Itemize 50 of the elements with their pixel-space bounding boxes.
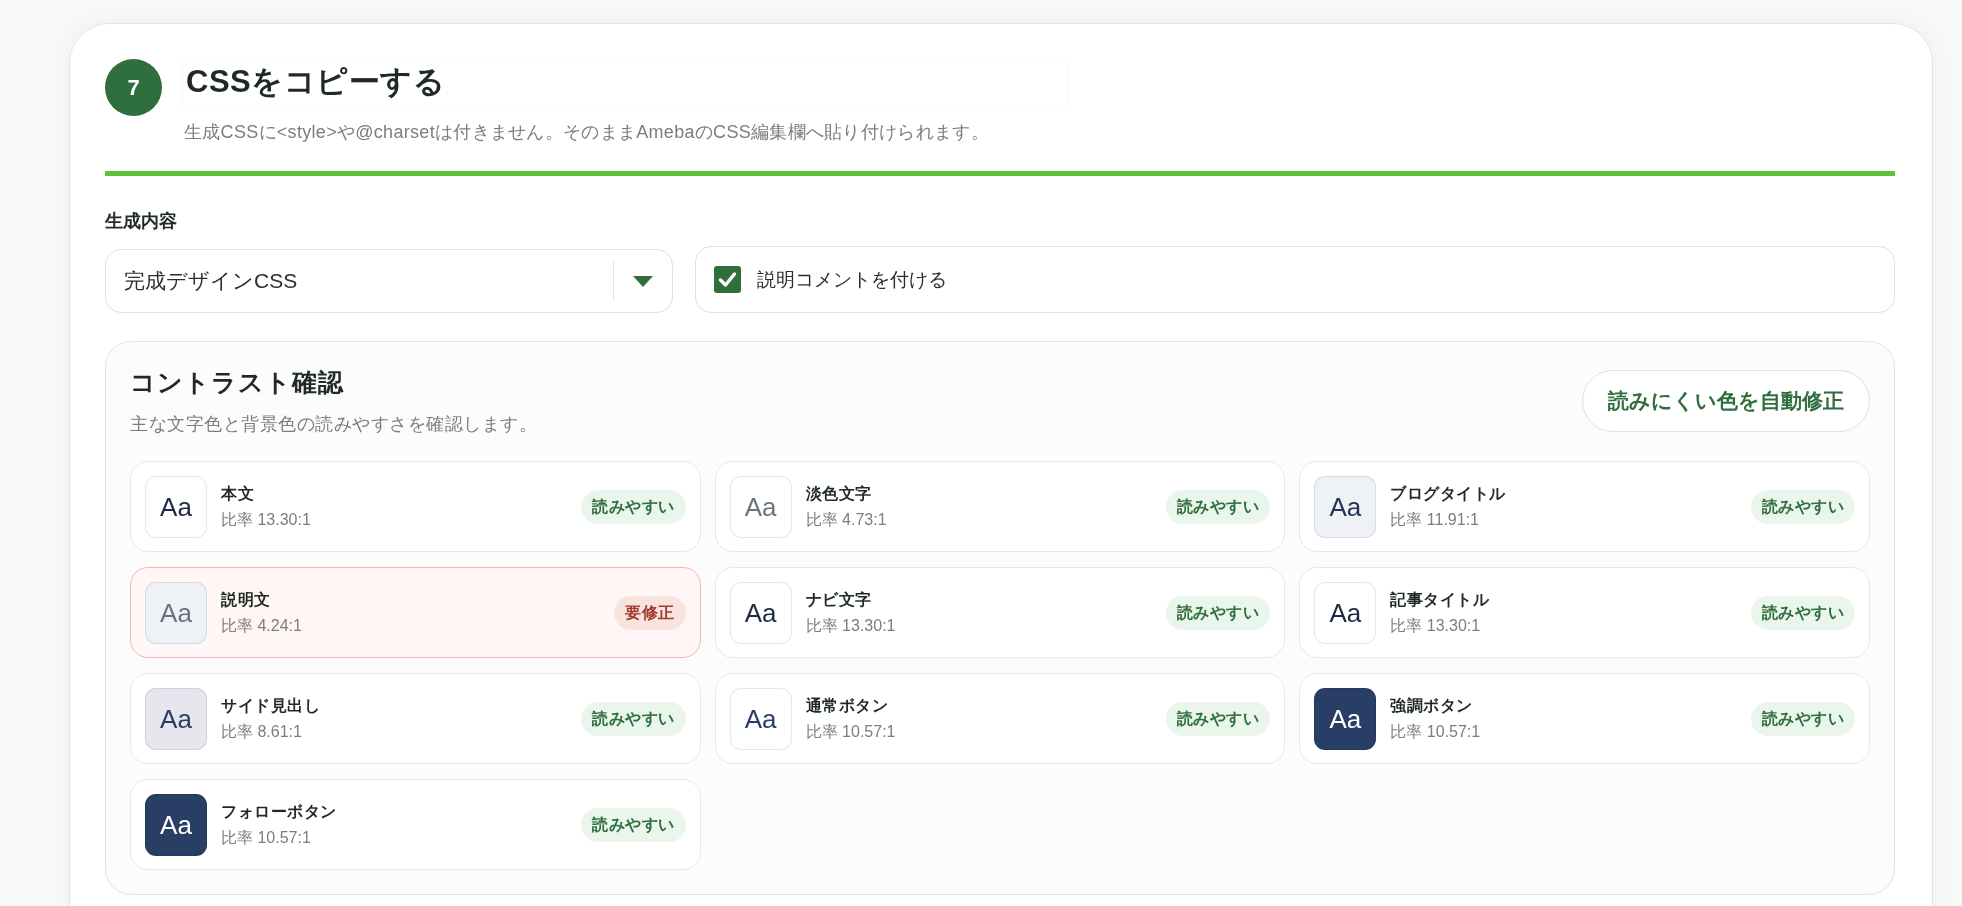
- status-badge: 読みやすい: [581, 701, 686, 736]
- contrast-ratio: 比率 13.30:1: [221, 510, 312, 530]
- sample-text: Aa: [1329, 703, 1362, 734]
- sample-text: Aa: [160, 809, 192, 840]
- status-badge: 要修正: [614, 595, 686, 630]
- item-name: ブログタイトル: [1390, 484, 1507, 504]
- contrast-ratio: 比率 10.57:1: [221, 828, 312, 848]
- dropdown-caret-icon: [633, 275, 653, 287]
- contrast-ratio: 比率 11.91:1: [1390, 510, 1480, 530]
- item-name: フォローボタン: [221, 802, 338, 822]
- sample-text: Aa: [744, 491, 777, 522]
- status-badge: 読みやすい: [1750, 595, 1855, 630]
- section-description: 生成CSSに<style>や@charsetは付きません。そのままAmebaのCSS編集欄へ貼り付けられます。: [184, 121, 990, 144]
- sample-text: Aa: [1329, 597, 1362, 628]
- contrast-ratio: 比率 13.30:1: [1390, 616, 1482, 636]
- item-name: 記事タイトル: [1390, 590, 1491, 610]
- contrast-ratio: 比率 4.73:1: [805, 510, 888, 530]
- item-name: ナビ文字: [805, 590, 873, 610]
- contrast-ratio: 比率 10.57:1: [1390, 722, 1482, 742]
- contrast-ratio: 比率 8.61:1: [221, 722, 303, 742]
- comment-checkbox-field[interactable]: 説明コメントを付ける: [695, 246, 1895, 313]
- item-name: 説明文: [221, 590, 272, 610]
- item-name: 通常ボタン: [805, 696, 890, 716]
- sample-text: Aa: [160, 491, 192, 522]
- item-name: サイド見出し: [221, 696, 321, 716]
- status-badge: 読みやすい: [581, 807, 686, 842]
- field-label: 生成内容: [105, 210, 178, 233]
- step-number: 7: [105, 59, 162, 116]
- checkbox[interactable]: [714, 266, 741, 293]
- status-badge: 読みやすい: [1165, 489, 1271, 524]
- status-badge: 読みやすい: [1165, 595, 1271, 630]
- select-field[interactable]: 完成デザインCSS: [105, 249, 673, 313]
- status-badge: 読みやすい: [1750, 701, 1855, 736]
- item-name: 淡色文字: [805, 484, 873, 504]
- contrast-ratio: 比率 10.57:1: [805, 722, 897, 742]
- auto-fix-button[interactable]: 読みにくい色を自動修正: [1582, 369, 1870, 432]
- contrast-ratio: 比率 13.30:1: [805, 616, 897, 636]
- panel-title: コントラスト確認: [130, 367, 345, 398]
- sample-text: Aa: [160, 597, 192, 628]
- panel-description: 主な文字色と背景色の読みやすさを確認します。: [130, 413, 537, 436]
- status-badge: 読みやすい: [581, 489, 686, 524]
- sample-text: Aa: [744, 703, 777, 734]
- sample-text: Aa: [744, 597, 777, 628]
- item-name: 強調ボタン: [1390, 696, 1474, 716]
- status-badge: 読みやすい: [1165, 701, 1271, 736]
- sample-text: Aa: [1329, 491, 1362, 522]
- item-name: 本文: [221, 484, 255, 504]
- sample-text: Aa: [160, 703, 192, 734]
- status-badge: 読みやすい: [1750, 489, 1855, 524]
- contrast-ratio: 比率 4.24:1: [221, 616, 303, 636]
